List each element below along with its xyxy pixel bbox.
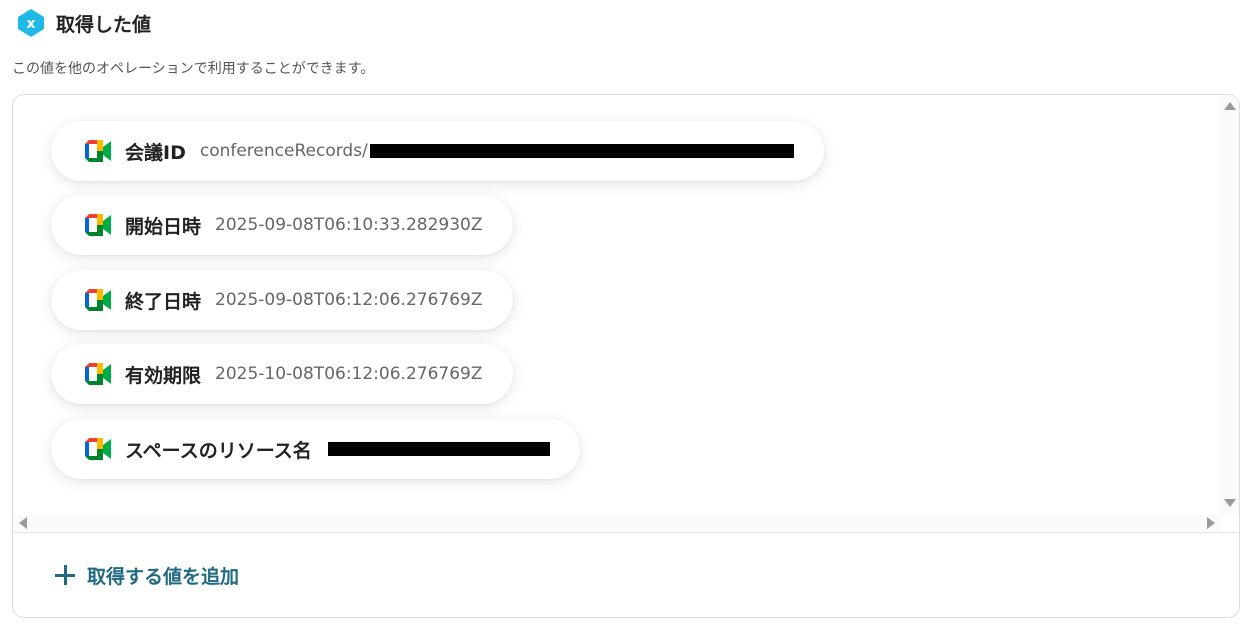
section-description: この値を他のオペレーションで利用することができます。 (12, 61, 375, 77)
value-label: 終了日時 (125, 290, 202, 313)
value-text: 2025-09-08T06:10:33.282930Z (215, 215, 483, 235)
section-title: 取得した値 (56, 13, 152, 36)
scroll-right-icon[interactable] (1207, 517, 1215, 529)
value-label: 会議ID (125, 141, 186, 164)
scroll-down-icon[interactable] (1224, 499, 1236, 507)
redacted-bar (327, 442, 550, 456)
value-label: スペースのリソース名 (125, 439, 312, 462)
value-label: 開始日時 (125, 215, 202, 238)
vertical-scrollbar[interactable] (1219, 95, 1239, 515)
add-value-label: 取得する値を追加 (87, 565, 240, 588)
value-chip-expiry[interactable]: 有効期限 2025-10-08T06:12:06.276769Z (51, 344, 513, 404)
value-chip-space-resource[interactable]: スペースのリソース名 (51, 419, 580, 479)
value-chip-start-time[interactable]: 開始日時 2025-09-08T06:10:33.282930Z (51, 195, 513, 255)
google-meet-icon (85, 438, 111, 460)
add-value-button[interactable]: 取得する値を追加 (55, 557, 239, 593)
values-list: 会議ID conferenceRecords/ 開始日時 2025-09-08T… (13, 95, 1221, 515)
google-meet-icon (85, 214, 111, 236)
value-text: 2025-09-08T06:12:06.276769Z (215, 290, 483, 310)
value-chip-end-time[interactable]: 終了日時 2025-09-08T06:12:06.276769Z (51, 270, 513, 330)
google-meet-icon (85, 289, 111, 311)
svg-text:x: x (26, 16, 35, 32)
scroll-left-icon[interactable] (19, 517, 27, 529)
google-meet-icon (85, 140, 111, 162)
value-chip-meeting-id[interactable]: 会議ID conferenceRecords/ (51, 121, 824, 181)
value-text: 2025-10-08T06:12:06.276769Z (215, 364, 483, 384)
divider (13, 532, 1239, 533)
scroll-up-icon[interactable] (1224, 102, 1236, 110)
value-text: conferenceRecords/ (199, 141, 368, 161)
google-meet-icon (85, 363, 111, 385)
redacted-bar (369, 144, 794, 158)
values-panel: 会議ID conferenceRecords/ 開始日時 2025-09-08T… (12, 94, 1240, 618)
section-header: x 取得した値 (16, 8, 151, 38)
horizontal-scrollbar[interactable] (13, 515, 1221, 531)
variable-x-icon: x (18, 9, 44, 37)
value-label: 有効期限 (125, 364, 202, 387)
plus-icon (55, 565, 75, 585)
